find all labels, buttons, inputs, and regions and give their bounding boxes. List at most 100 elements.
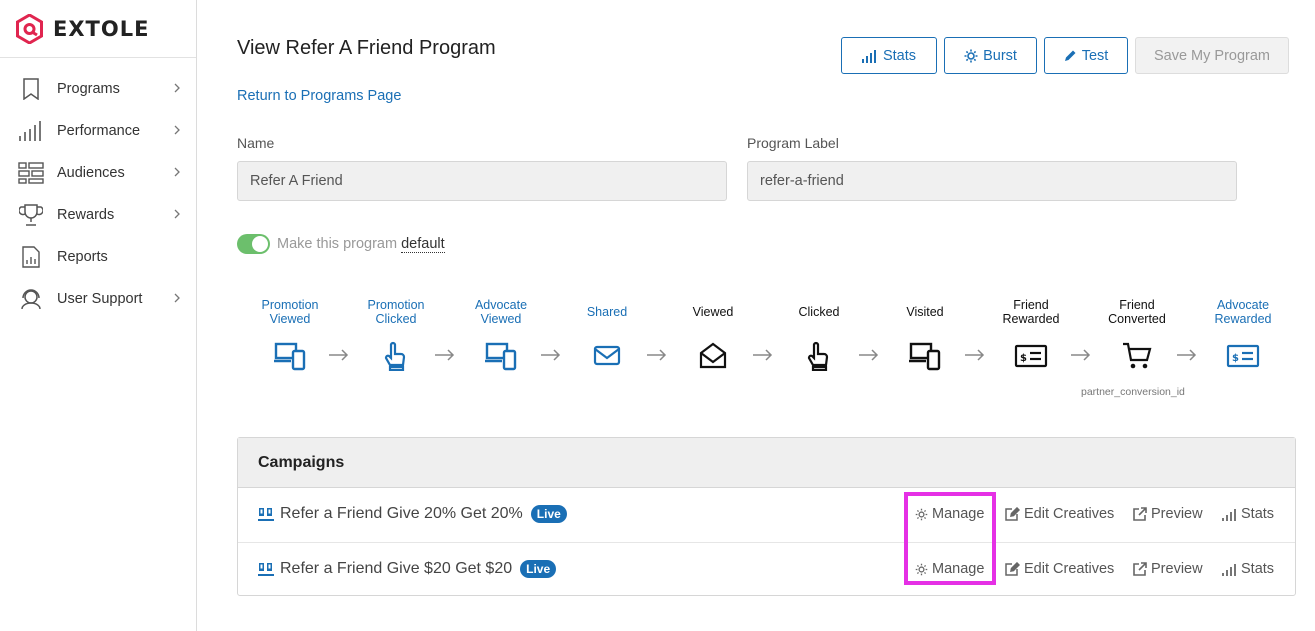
shopping-cart-icon (1123, 342, 1152, 369)
arrow-right-icon (329, 349, 349, 361)
sidebar-item-label: Programs (57, 81, 120, 97)
sidebar-item-performance[interactable]: Performance (0, 110, 196, 152)
campaigns-header: Campaigns (238, 438, 1295, 488)
name-field-label: Name (237, 135, 275, 151)
default-toggle-text: Make this program default (277, 236, 445, 253)
flow-step-label-line2: Viewed (269, 312, 311, 326)
campaign-name-text: Refer a Friend Give 20% Get 20% (280, 505, 523, 522)
external-link-icon (1133, 507, 1147, 521)
bar-chart-icon (861, 49, 876, 63)
reward-card-icon: $ (1226, 344, 1260, 368)
chevron-right-icon (174, 293, 180, 303)
arrow-right-icon (1177, 349, 1197, 361)
sidebar-item-programs[interactable]: Programs (0, 68, 196, 110)
sidebar-nav: Programs Performance Audiences Rewards R… (0, 58, 196, 320)
test-button-label: Test (1081, 47, 1109, 64)
logo[interactable]: EXTOLE (0, 0, 196, 58)
flow-step-label-line1: Shared (586, 305, 628, 319)
bar-chart-icon (1222, 563, 1236, 576)
flow-step-label-line2: Clicked (375, 312, 417, 326)
devices-icon (909, 342, 941, 371)
manage-button[interactable]: Manage (915, 506, 984, 522)
manage-label: Manage (932, 506, 985, 522)
gear-icon (915, 563, 928, 575)
edit-creatives-label: Edit Creatives (1024, 561, 1115, 577)
envelope-open-icon (699, 342, 727, 369)
stats-link[interactable]: Stats (1222, 506, 1274, 522)
burst-button[interactable]: Burst (944, 37, 1037, 74)
arrow-right-icon (435, 349, 455, 361)
flow-step-label-line2: Viewed (480, 312, 522, 326)
default-toggle-label: Make this program (277, 236, 398, 252)
burst-button-label: Burst (983, 47, 1017, 64)
flow-step-label-line1: Advocate (474, 298, 528, 312)
stats-link[interactable]: Stats (1222, 561, 1274, 577)
campaign-name[interactable]: Refer a Friend Give $20 Get $20 Live (258, 560, 557, 578)
arrow-right-icon (753, 349, 773, 361)
default-link[interactable]: default (401, 236, 445, 253)
campaign-icon (258, 507, 274, 521)
save-program-button[interactable]: Save My Program (1135, 37, 1289, 74)
arrow-right-icon (965, 349, 985, 361)
edit-creatives-label: Edit Creatives (1024, 506, 1115, 522)
flow-step-label-line1: Visited (906, 305, 944, 319)
chevron-right-icon (174, 125, 180, 135)
sidebar-item-user-support[interactable]: User Support (0, 278, 196, 320)
reward-card-icon: $ (1014, 344, 1048, 368)
devices-icon (485, 342, 517, 371)
external-link-icon (1133, 562, 1147, 576)
hand-click-icon (807, 341, 829, 371)
default-program-toggle[interactable] (237, 234, 270, 254)
arrow-right-icon (1071, 349, 1091, 361)
flow-step-label-line2: Rewarded (1214, 312, 1272, 326)
sidebar-item-rewards[interactable]: Rewards (0, 194, 196, 236)
preview-button[interactable]: Preview (1133, 506, 1203, 522)
pencil-icon (1064, 50, 1076, 61)
stats-button-label: Stats (882, 47, 917, 64)
campaign-icon (258, 562, 274, 576)
preview-button[interactable]: Preview (1133, 561, 1203, 577)
status-badge: Live (520, 560, 557, 578)
name-field[interactable]: Refer A Friend (237, 161, 727, 201)
manage-label: Manage (932, 561, 985, 577)
edit-icon (1005, 562, 1020, 576)
return-to-programs-link[interactable]: Return to Programs Page (237, 88, 401, 104)
hand-click-icon (384, 341, 406, 371)
sidebar-item-audiences[interactable]: Audiences (0, 152, 196, 194)
chevron-right-icon (174, 209, 180, 219)
flow-step-label-line1: Advocate (1216, 298, 1270, 312)
stats-button[interactable]: Stats (841, 37, 937, 74)
program-label-field[interactable]: refer-a-friend (747, 161, 1237, 201)
sidebar: EXTOLE Programs Performance Audiences Re… (0, 0, 197, 631)
sidebar-item-label: Performance (57, 123, 141, 139)
gear-icon (915, 508, 928, 520)
sidebar-item-label: Audiences (57, 165, 125, 181)
preview-label: Preview (1151, 506, 1203, 522)
flow-step-label-line1: Promotion (261, 298, 319, 312)
campaigns-panel: Campaigns Refer a Friend Give 20% Get 20… (237, 437, 1296, 596)
campaign-name[interactable]: Refer a Friend Give 20% Get 20% Live (258, 505, 567, 523)
gear-icon (964, 49, 978, 62)
flow-step-label-line2: Converted (1108, 312, 1166, 326)
edit-creatives-button[interactable]: Edit Creatives (1005, 561, 1114, 577)
arrow-right-icon (541, 349, 561, 361)
audience-list-icon (18, 161, 44, 185)
campaign-name-text: Refer a Friend Give $20 Get $20 (280, 560, 513, 577)
manage-button[interactable]: Manage (915, 561, 984, 577)
chevron-right-icon (174, 83, 180, 93)
envelope-icon (593, 345, 621, 366)
status-badge: Live (530, 505, 567, 523)
bar-chart-icon (18, 119, 44, 143)
brand-name: EXTOLE (53, 16, 150, 41)
edit-creatives-button[interactable]: Edit Creatives (1005, 506, 1114, 522)
extole-logo-icon (16, 13, 43, 44)
support-headset-icon (18, 287, 44, 311)
report-document-icon (18, 245, 44, 269)
edit-icon (1005, 507, 1020, 521)
sidebar-item-label: Rewards (57, 207, 115, 223)
devices-icon (274, 342, 306, 371)
test-button[interactable]: Test (1044, 37, 1128, 74)
sidebar-item-reports[interactable]: Reports (0, 236, 196, 278)
svg-text:$: $ (1232, 353, 1239, 364)
table-row: Refer a Friend Give 20% Get 20% Live Man… (238, 488, 1295, 542)
